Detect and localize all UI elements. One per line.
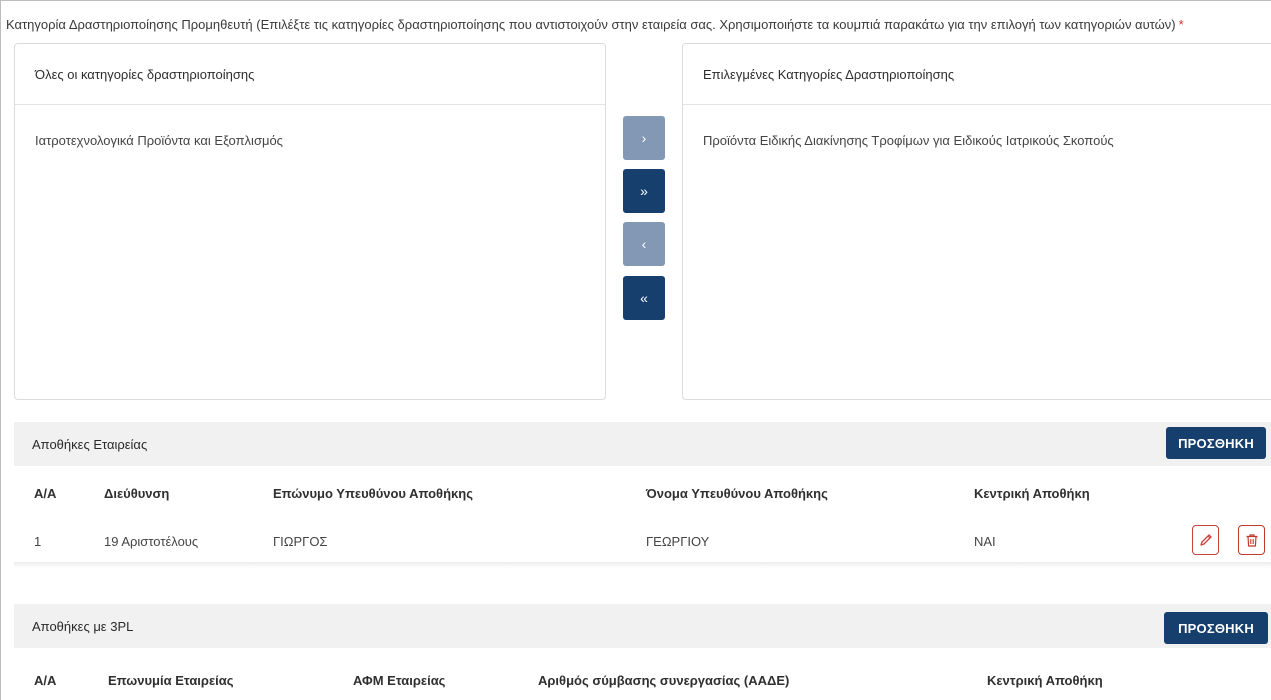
col-header-manager-name: Όνομα Υπευθύνου Αποθήκης	[646, 486, 828, 501]
add-warehouse-button[interactable]: ΠΡΟΣΘΗΚΗ	[1166, 427, 1266, 459]
categories-label-text: Κατηγορία Δραστηριοποίησης Προμηθευτή (Ε…	[6, 17, 1176, 32]
all-categories-panel: Όλες οι κατηγορίες δραστηριοποίησης Ιατρ…	[14, 43, 606, 400]
warehouses-title: Αποθήκες Εταιρείας	[32, 436, 148, 452]
col-header-central-warehouse: Κεντρική Αποθήκη	[974, 486, 1090, 501]
trash-icon	[1246, 533, 1257, 547]
col-header-manager-surname: Επώνυμο Υπευθύνου Αποθήκης	[273, 486, 473, 501]
move-left-button[interactable]: ‹	[623, 222, 665, 266]
move-all-right-button[interactable]: »	[623, 169, 665, 213]
cell-aa: 1	[34, 534, 42, 549]
3pl-col-header-central-warehouse: Κεντρική Αποθήκη	[987, 673, 1103, 688]
3pl-col-header-vat: ΑΦΜ Εταιρείας	[353, 673, 446, 688]
selected-categories-title: Επιλεγμένες Κατηγορίες Δραστηριοποίησης	[683, 44, 1271, 105]
col-header-address: Διεύθυνση	[104, 486, 170, 501]
cell-address: 19 Αριστοτέλους	[104, 534, 199, 549]
cell-manager-name: ΓΕΩΡΓΙΟΥ	[646, 534, 710, 549]
all-categories-title: Όλες οι κατηγορίες δραστηριοποίησης	[15, 44, 605, 105]
move-all-left-button[interactable]: «	[623, 276, 665, 320]
3pl-section-header: Αποθήκες με 3PL	[14, 604, 1271, 648]
categories-field-label: Κατηγορία Δραστηριοποίησης Προμηθευτή (Ε…	[6, 17, 1184, 32]
selected-category-option[interactable]: Προϊόντα Ειδικής Διακίνησης Τροφίμων για…	[683, 133, 1271, 148]
table-bottom-divider	[14, 562, 1271, 568]
edit-button[interactable]	[1192, 525, 1219, 555]
col-header-aa: Α/Α	[34, 486, 57, 501]
pencil-icon	[1199, 534, 1212, 546]
cell-manager-surname: ΓΙΩΡΓΟΣ	[273, 534, 328, 549]
add-3pl-warehouse-button[interactable]: ΠΡΟΣΘΗΚΗ	[1164, 612, 1268, 644]
move-right-button[interactable]: ›	[623, 116, 665, 160]
warehouses-section-header: Αποθήκες Εταιρείας	[14, 422, 1271, 466]
selected-categories-panel: Επιλεγμένες Κατηγορίες Δραστηριοποίησης …	[682, 43, 1271, 400]
delete-button[interactable]	[1238, 525, 1265, 555]
3pl-title: Αποθήκες με 3PL	[32, 618, 134, 634]
required-asterisk: *	[1178, 17, 1184, 32]
3pl-col-header-aa: Α/Α	[34, 673, 57, 688]
3pl-col-header-company-name: Επωνυμία Εταιρείας	[108, 673, 234, 688]
cell-central-warehouse: ΝΑΙ	[974, 534, 996, 549]
3pl-col-header-contract-number: Αριθμός σύμβασης συνεργασίας (ΑΑΔΕ)	[538, 673, 790, 688]
category-option[interactable]: Ιατροτεχνολογικά Προϊόντα και Εξοπλισμός	[15, 133, 605, 148]
